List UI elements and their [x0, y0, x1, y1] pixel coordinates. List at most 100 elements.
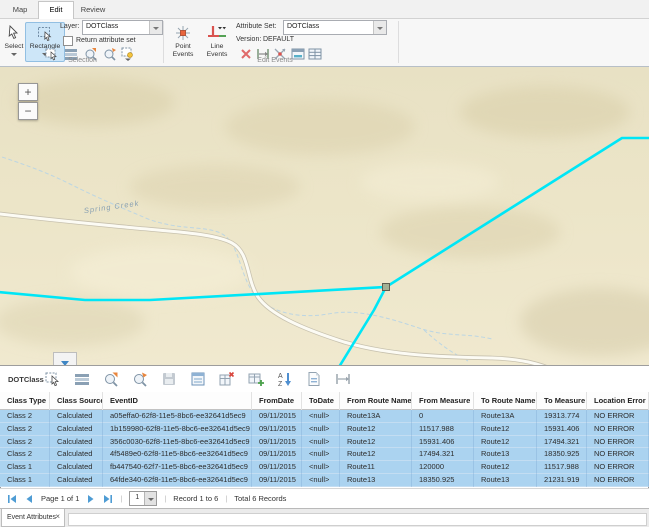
header-cell[interactable]: To Measure — [537, 392, 587, 410]
application-window: Map Edit Review Select Rectangle Layer: … — [0, 0, 649, 527]
table-cell: NO ERROR — [587, 436, 649, 449]
layer-label: Layer: — [60, 21, 79, 32]
layer-combobox[interactable]: DOTClass — [82, 20, 163, 35]
total-records-label: Total 6 Records — [234, 494, 286, 503]
svg-text:Z: Z — [278, 381, 283, 387]
version-value: DEFAULT — [263, 34, 294, 45]
table-row[interactable]: Class 2Calculateda05effa0-62f8-11e5-8bc6… — [0, 410, 649, 423]
tab-review[interactable]: Review — [76, 2, 110, 18]
table-cell: Route13 — [474, 474, 537, 487]
next-page-button[interactable] — [86, 494, 96, 504]
table-cell: Route12 — [340, 448, 412, 461]
svg-text:A: A — [278, 373, 283, 380]
sort-records-icon[interactable]: AZ — [277, 371, 293, 387]
header-cell[interactable]: From Measure — [412, 392, 474, 410]
save-edits-icon[interactable] — [161, 371, 177, 387]
header-cell[interactable]: Location Error — [587, 392, 649, 410]
tab-event-attributes[interactable]: Event Attributes × — [1, 509, 65, 527]
table-cell: Route12 — [474, 423, 537, 436]
table-header: Class TypeClass SourceEventIDFromDateToD… — [0, 392, 649, 410]
table-row[interactable]: Class 2Calculated4f5489e0-62f8-11e5-8bc6… — [0, 448, 649, 461]
select-button-label: Select — [3, 43, 25, 51]
first-page-button[interactable] — [7, 494, 17, 504]
table-cell: 17494.321 — [412, 448, 474, 461]
view-attachments-icon[interactable] — [306, 371, 322, 387]
tab-edit[interactable]: Edit — [38, 1, 74, 20]
line-events-button[interactable]: Line Events — [200, 22, 234, 62]
return-attribute-set-checkbox[interactable] — [63, 36, 73, 46]
zoom-in-button[interactable]: + — [18, 83, 38, 101]
attribute-set-combobox[interactable]: DOTClass — [283, 20, 387, 35]
header-cell[interactable]: FromDate — [252, 392, 302, 410]
table-cell: <null> — [302, 436, 340, 449]
open-attribute-form-icon[interactable] — [190, 371, 206, 387]
table-cell: 09/11/2015 — [252, 474, 302, 487]
route-junction-marker[interactable] — [383, 284, 390, 291]
table-cell: Route12 — [340, 423, 412, 436]
close-icon[interactable]: × — [55, 509, 60, 525]
table-cell: Class 2 — [0, 436, 50, 449]
header-cell[interactable]: Class Source — [50, 392, 103, 410]
page-number-value: 1 — [130, 492, 144, 505]
tab-map[interactable]: Map — [6, 2, 34, 18]
table-cell: Route13A — [474, 410, 537, 423]
last-page-button[interactable] — [103, 494, 113, 504]
table-cell: NO ERROR — [587, 423, 649, 436]
page-number-combobox[interactable]: 1 — [129, 491, 157, 506]
attribute-set-combobox-dropdown[interactable] — [373, 21, 386, 34]
table-cell: <null> — [302, 448, 340, 461]
line-events-icon — [201, 25, 233, 43]
select-tool-icon[interactable] — [45, 371, 61, 387]
table-row[interactable]: Class 2Calculated1b159980-62f8-11e5-8bc6… — [0, 423, 649, 436]
table-cell: 356c0030-62f8-11e5-8bc6-ee32641d5ec9 — [103, 436, 252, 449]
table-cell: 1b159980-62f8-11e5-8bc6-ee32641d5ec9 — [103, 423, 252, 436]
pager-separator: | — [164, 494, 166, 503]
table-cell: 15931.406 — [537, 423, 587, 436]
panel-collapse-button[interactable] — [53, 352, 77, 365]
table-cell: NO ERROR — [587, 448, 649, 461]
layer-combobox-value: DOTClass — [86, 21, 118, 33]
measure-icon[interactable] — [335, 371, 351, 387]
previous-page-button[interactable] — [24, 494, 34, 504]
map-canvas: Spring Creek — [0, 67, 649, 365]
header-cell[interactable]: Class Type — [0, 392, 50, 410]
pan-to-selected-icon[interactable] — [132, 371, 148, 387]
table-cell: 09/11/2015 — [252, 461, 302, 474]
panel-title: DOTClass — [8, 375, 44, 384]
table-cell: 09/11/2015 — [252, 448, 302, 461]
table-cell: 17494.321 — [537, 436, 587, 449]
table-cell: <null> — [302, 423, 340, 436]
table-row[interactable]: Class 1Calculatedfb447540-62f7-11e5-8bc6… — [0, 461, 649, 474]
pager-separator: | — [120, 494, 122, 503]
zoom-to-selected-icon[interactable] — [103, 371, 119, 387]
show-selected-icon[interactable] — [74, 371, 90, 387]
ribbon-tab-bar: Map Edit Review — [0, 0, 649, 19]
table-cell: Class 1 — [0, 461, 50, 474]
header-cell[interactable]: From Route Name — [340, 392, 412, 410]
table-row[interactable]: Class 2Calculated356c0030-62f8-11e5-8bc6… — [0, 436, 649, 449]
select-dropdown-icon — [11, 53, 17, 56]
header-cell[interactable]: To Route Name — [474, 392, 537, 410]
version-label: Version: — [236, 34, 261, 45]
attribute-set-combobox-value: DOTClass — [287, 21, 319, 33]
table-cell: 09/11/2015 — [252, 410, 302, 423]
record-range-label: Record 1 to 6 — [173, 494, 218, 503]
map-view[interactable]: Spring Creek + − — [0, 67, 649, 365]
header-cell[interactable]: ToDate — [302, 392, 340, 410]
table-cell: Class 2 — [0, 448, 50, 461]
table-cell: Calculated — [50, 461, 103, 474]
table-row[interactable]: Class 1Calculated64fde340-62f8-11e5-8bc6… — [0, 474, 649, 487]
rectangle-select-icon — [26, 25, 64, 43]
table-cell: 15931.406 — [412, 436, 474, 449]
table-cell: Class 2 — [0, 410, 50, 423]
delete-selected-icon[interactable] — [219, 371, 235, 387]
layer-combobox-dropdown[interactable] — [149, 21, 162, 34]
zoom-out-button[interactable]: − — [18, 102, 38, 120]
table-cell: 19313.774 — [537, 410, 587, 423]
select-button[interactable]: Select — [2, 22, 26, 62]
add-record-icon[interactable] — [248, 371, 264, 387]
point-events-button[interactable]: Point Events — [166, 22, 200, 62]
page-number-dropdown[interactable] — [144, 492, 156, 505]
event-attributes-tab-label: Event Attributes — [7, 514, 56, 521]
header-cell[interactable]: EventID — [103, 392, 252, 410]
